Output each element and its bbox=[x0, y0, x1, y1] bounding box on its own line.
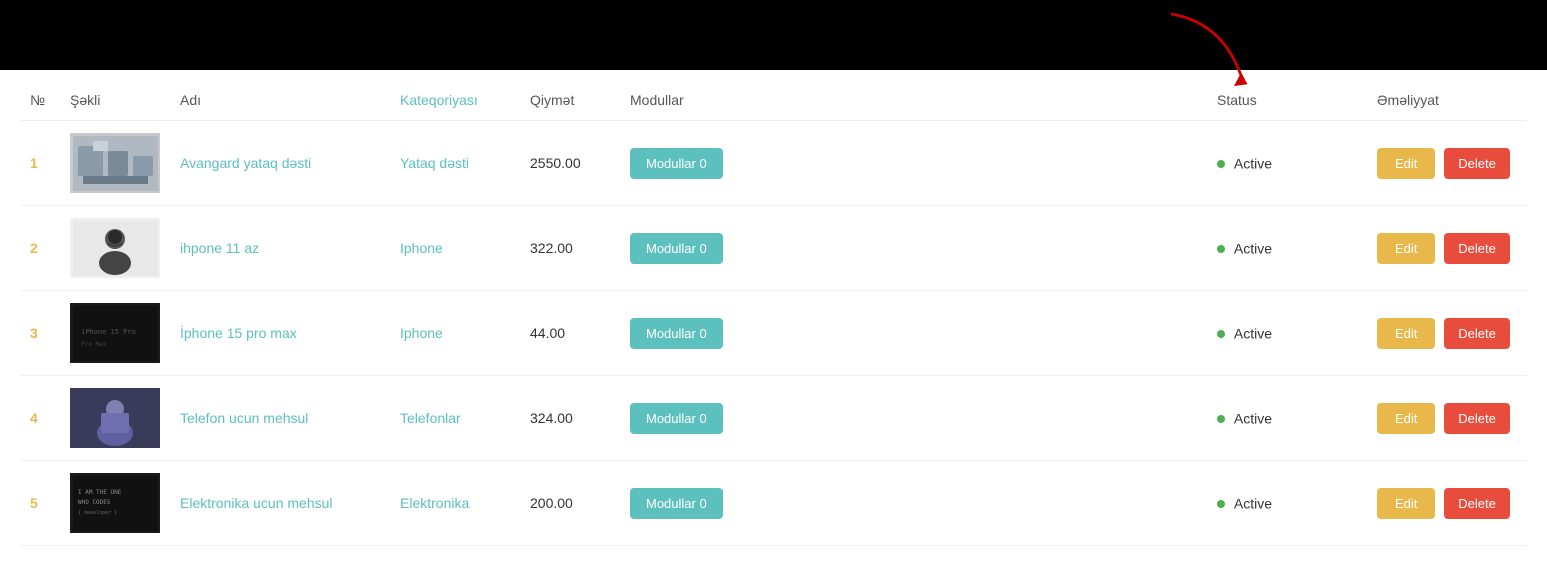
cell-image-1 bbox=[60, 121, 170, 206]
modullar-button-5[interactable]: Modullar 0 bbox=[630, 488, 723, 519]
cell-modullar-2: Modullar 0 bbox=[620, 206, 1207, 291]
cell-modullar-1: Modullar 0 bbox=[620, 121, 1207, 206]
cell-image-2 bbox=[60, 206, 170, 291]
cell-category-1: Yataq dəsti bbox=[390, 121, 520, 206]
cell-status-3: Active bbox=[1207, 291, 1367, 376]
cell-name-4: Telefon ucun mehsul bbox=[170, 376, 390, 461]
cell-category-2: Iphone bbox=[390, 206, 520, 291]
status-dot-5 bbox=[1217, 500, 1225, 508]
table-row: 1 Avangard yataq dəsti Yataq dəsti 2550.… bbox=[20, 121, 1527, 206]
cell-action-2: Edit Delete bbox=[1367, 206, 1527, 291]
cell-modullar-5: Modullar 0 bbox=[620, 461, 1207, 546]
delete-button-2[interactable]: Delete bbox=[1444, 233, 1510, 264]
modullar-button-1[interactable]: Modullar 0 bbox=[630, 148, 723, 179]
cell-image-4 bbox=[60, 376, 170, 461]
col-action: Əməliyyat bbox=[1367, 80, 1527, 121]
cell-num-5: 5 bbox=[20, 461, 60, 546]
cell-category-4: Telefonlar bbox=[390, 376, 520, 461]
delete-button-5[interactable]: Delete bbox=[1444, 488, 1510, 519]
cell-num-3: 3 bbox=[20, 291, 60, 376]
cell-action-1: Edit Delete bbox=[1367, 121, 1527, 206]
cell-action-5: Edit Delete bbox=[1367, 461, 1527, 546]
cell-name-2: ihpone 11 az bbox=[170, 206, 390, 291]
cell-modullar-3: Modullar 0 bbox=[620, 291, 1207, 376]
status-text-2: Active bbox=[1234, 241, 1272, 257]
table-header-row: № Şəkli Adı Kateqoriyası Qiymət Modullar… bbox=[20, 80, 1527, 121]
delete-button-4[interactable]: Delete bbox=[1444, 403, 1510, 434]
col-price: Qiymət bbox=[520, 80, 620, 121]
cell-category-5: Elektronika bbox=[390, 461, 520, 546]
cell-status-2: Active bbox=[1207, 206, 1367, 291]
cell-category-3: Iphone bbox=[390, 291, 520, 376]
col-num: № bbox=[20, 80, 60, 121]
modullar-button-4[interactable]: Modullar 0 bbox=[630, 403, 723, 434]
cell-modullar-4: Modullar 0 bbox=[620, 376, 1207, 461]
edit-button-2[interactable]: Edit bbox=[1377, 233, 1435, 264]
modullar-button-2[interactable]: Modullar 0 bbox=[630, 233, 723, 264]
col-image: Şəkli bbox=[60, 80, 170, 121]
cell-name-3: İphone 15 pro max bbox=[170, 291, 390, 376]
table-row: 4 Telefon ucun mehsul Telefonlar 324.00 … bbox=[20, 376, 1527, 461]
table-row: 2 ihpone 11 az Iphone 322.00 Modullar 0 … bbox=[20, 206, 1527, 291]
status-dot-2 bbox=[1217, 245, 1225, 253]
cell-price-1: 2550.00 bbox=[520, 121, 620, 206]
svg-text:WHO CODES: WHO CODES bbox=[78, 499, 111, 506]
cell-price-3: 44.00 bbox=[520, 291, 620, 376]
cell-action-3: Edit Delete bbox=[1367, 291, 1527, 376]
cell-status-4: Active bbox=[1207, 376, 1367, 461]
col-category: Kateqoriyası bbox=[390, 80, 520, 121]
delete-button-1[interactable]: Delete bbox=[1444, 148, 1510, 179]
status-dot-3 bbox=[1217, 330, 1225, 338]
status-text-3: Active bbox=[1234, 326, 1272, 342]
modullar-button-3[interactable]: Modullar 0 bbox=[630, 318, 723, 349]
col-modullar: Modullar bbox=[620, 80, 1207, 121]
table-container: № Şəkli Adı Kateqoriyası Qiymət Modullar… bbox=[0, 70, 1547, 566]
edit-button-4[interactable]: Edit bbox=[1377, 403, 1435, 434]
svg-text:iPhone 15 Pro: iPhone 15 Pro bbox=[81, 328, 136, 336]
cell-status-5: Active bbox=[1207, 461, 1367, 546]
cell-action-4: Edit Delete bbox=[1367, 376, 1527, 461]
col-status: Status bbox=[1207, 80, 1367, 121]
table-row: 3 iPhone 15 Pro Pro Max İphone 15 pro ma… bbox=[20, 291, 1527, 376]
cell-name-1: Avangard yataq dəsti bbox=[170, 121, 390, 206]
cell-num-2: 2 bbox=[20, 206, 60, 291]
status-text-1: Active bbox=[1234, 156, 1272, 172]
top-bar bbox=[0, 0, 1547, 70]
delete-button-3[interactable]: Delete bbox=[1444, 318, 1510, 349]
cell-status-1: Active bbox=[1207, 121, 1367, 206]
cell-price-5: 200.00 bbox=[520, 461, 620, 546]
edit-button-3[interactable]: Edit bbox=[1377, 318, 1435, 349]
cell-price-2: 322.00 bbox=[520, 206, 620, 291]
cell-name-5: Elektronika ucun mehsul bbox=[170, 461, 390, 546]
status-dot-4 bbox=[1217, 415, 1225, 423]
status-text-5: Active bbox=[1234, 496, 1272, 512]
svg-text:{ developer }: { developer } bbox=[78, 510, 117, 516]
cell-image-3: iPhone 15 Pro Pro Max bbox=[60, 291, 170, 376]
svg-text:Pro Max: Pro Max bbox=[81, 341, 107, 348]
svg-text:I AM THE ONE: I AM THE ONE bbox=[78, 489, 122, 496]
products-table: № Şəkli Adı Kateqoriyası Qiymət Modullar… bbox=[20, 80, 1527, 546]
cell-num-4: 4 bbox=[20, 376, 60, 461]
status-dot-1 bbox=[1217, 160, 1225, 168]
status-text-4: Active bbox=[1234, 411, 1272, 427]
cell-image-5: I AM THE ONE WHO CODES { developer } bbox=[60, 461, 170, 546]
col-name: Adı bbox=[170, 80, 390, 121]
cell-price-4: 324.00 bbox=[520, 376, 620, 461]
edit-button-1[interactable]: Edit bbox=[1377, 148, 1435, 179]
edit-button-5[interactable]: Edit bbox=[1377, 488, 1435, 519]
table-row: 5 I AM THE ONE WHO CODES { developer } E… bbox=[20, 461, 1527, 546]
cell-num-1: 1 bbox=[20, 121, 60, 206]
